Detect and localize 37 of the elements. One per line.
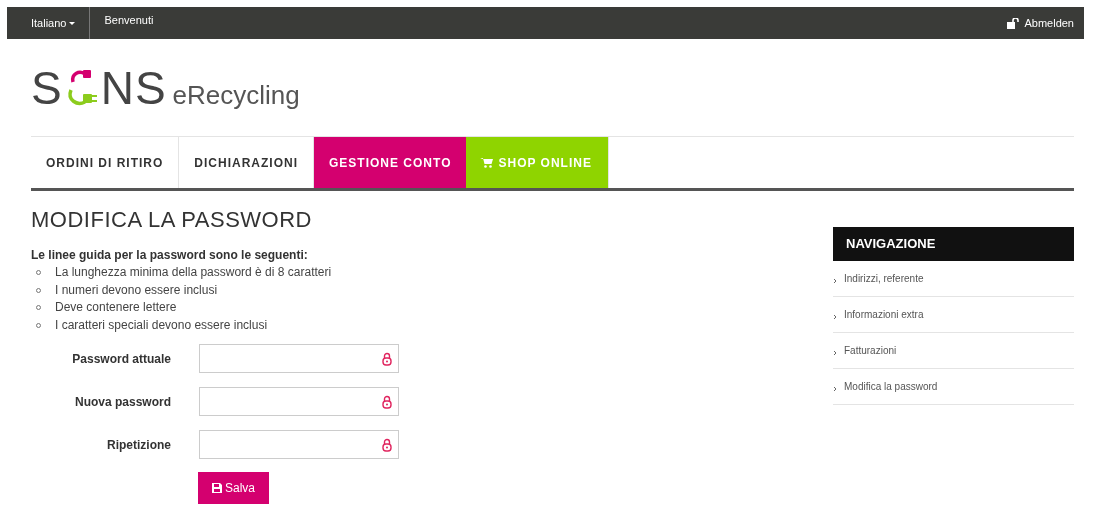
chevron-icon (833, 385, 837, 392)
field-label: Ripetizione (106, 437, 172, 452)
navigation-item[interactable]: Informazioni extra (833, 297, 1074, 333)
lock-icon (382, 437, 392, 452)
chevron-icon (833, 277, 837, 284)
logo-text: NS (100, 64, 167, 111)
nav-tab[interactable]: ORDINI DI RITIRO (31, 137, 180, 188)
guideline-text: I caratteri speciali devono essere inclusi (55, 316, 268, 334)
guidelines-intro: Le linee guida per la password sono le seguenti: (31, 248, 309, 262)
welcome-link[interactable]: Benvenuti (90, 14, 168, 26)
guideline-text: I numeri devono essere inclusi (55, 281, 218, 299)
nav-tab[interactable]: GESTIONE CONTO (314, 137, 467, 188)
logo-text: S (31, 64, 63, 111)
navigation-item[interactable]: Indirizzi, referente (833, 261, 1074, 297)
password-field[interactable] (199, 430, 399, 459)
logout-link[interactable]: Abmelden (1007, 17, 1084, 29)
cart-icon (480, 157, 495, 168)
page-title: MODIFICA LA PASSWORD (31, 207, 313, 233)
field-label: Password attuale (71, 351, 172, 366)
password-field[interactable] (199, 387, 399, 416)
floppy-icon (212, 483, 222, 493)
field-label: Nuova password (73, 394, 172, 409)
guideline-text: La lunghezza minima della password è di 8 caratteri (55, 264, 332, 281)
lock-icon (382, 351, 392, 366)
navigation-header: NAVIGAZIONE (833, 227, 1074, 261)
unlock-icon (1007, 17, 1021, 29)
navigation-item[interactable]: Modifica la password (833, 369, 1074, 405)
logo-subtitle: eRecycling (172, 80, 300, 111)
language-dropdown[interactable]: Italiano (7, 7, 91, 39)
chevron-icon (833, 349, 837, 356)
save-button[interactable]: Salva (198, 472, 270, 504)
chevron-icon (833, 313, 837, 320)
navigation-item[interactable]: Fatturazioni (833, 333, 1074, 369)
password-field[interactable] (199, 344, 399, 373)
guideline-text: Deve contenere lettere (55, 299, 177, 316)
lock-icon (382, 394, 392, 409)
caret-icon (69, 21, 76, 25)
